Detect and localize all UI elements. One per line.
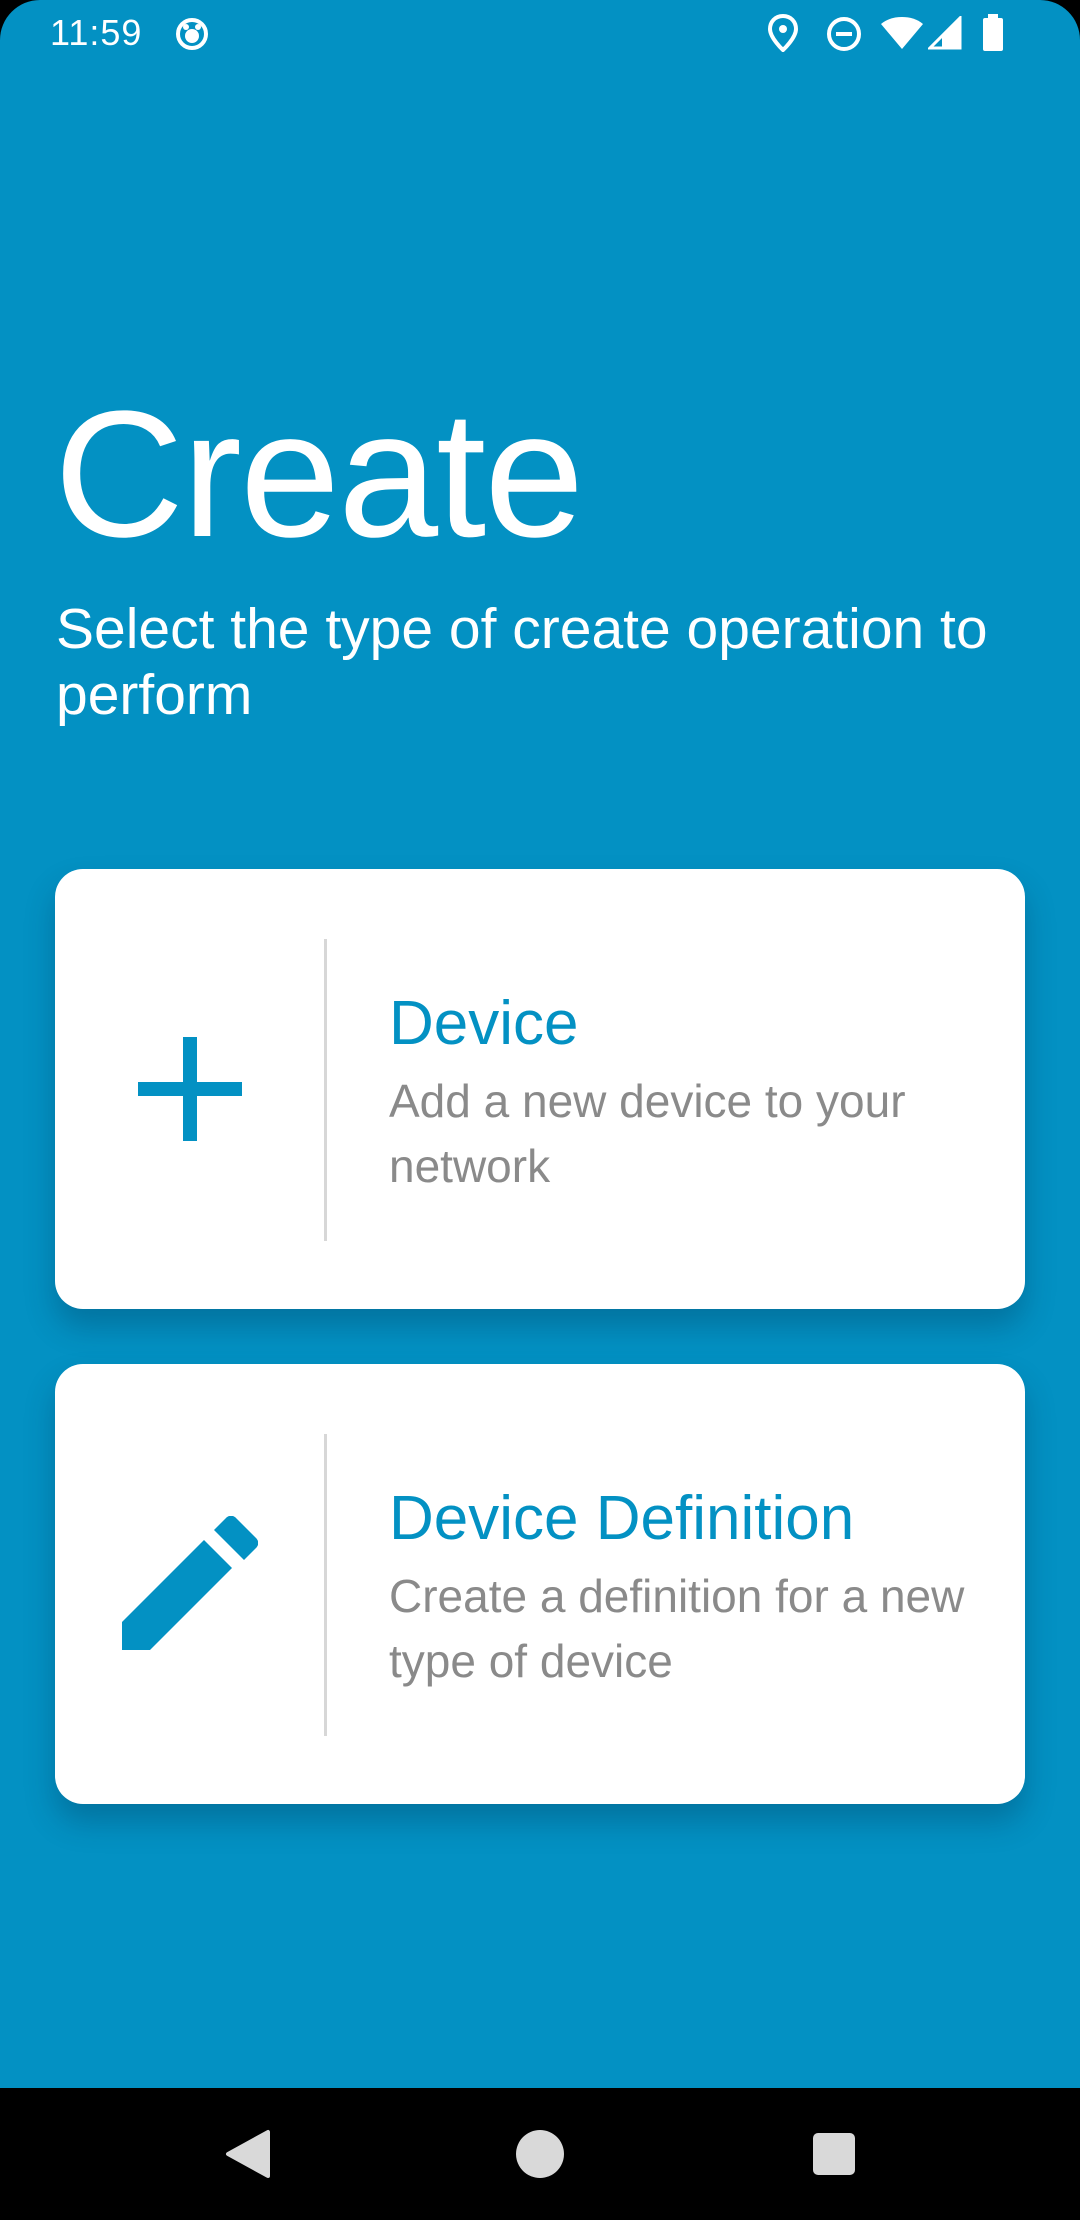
- do-not-disturb-icon: [826, 16, 862, 57]
- card-divider: [324, 939, 327, 1241]
- app-notification-icon: [174, 16, 210, 57]
- status-time: 11:59: [50, 12, 143, 53]
- status-bar: 11:59: [0, 0, 1080, 66]
- device-option-card[interactable]: Device Add a new device to your network: [55, 869, 1025, 1309]
- home-icon[interactable]: [514, 2128, 566, 2180]
- device-definition-option-card[interactable]: Device Definition Create a definition fo…: [55, 1364, 1025, 1804]
- navigation-bar: [0, 2088, 1080, 2220]
- device-option-title: Device: [389, 989, 579, 1058]
- location-icon: [767, 13, 799, 57]
- plus-icon: [55, 869, 325, 1309]
- create-screen: 11:59 Create Select the type of create o…: [0, 0, 1080, 2088]
- recents-icon[interactable]: [812, 2132, 864, 2184]
- back-icon[interactable]: [222, 2128, 274, 2180]
- page-title: Create: [54, 374, 584, 575]
- card-divider: [324, 1434, 327, 1736]
- page-subtitle: Select the type of create operation to p…: [56, 597, 988, 727]
- device-definition-option-title: Device Definition: [389, 1484, 855, 1553]
- device-option-description: Add a new device to your network: [389, 1075, 906, 1192]
- battery-icon: [982, 14, 1004, 57]
- pencil-icon: [55, 1364, 325, 1804]
- cell-signal-icon: [926, 14, 962, 55]
- device-definition-option-description: Create a definition for a new type of de…: [389, 1570, 965, 1687]
- wifi-icon: [880, 16, 924, 55]
